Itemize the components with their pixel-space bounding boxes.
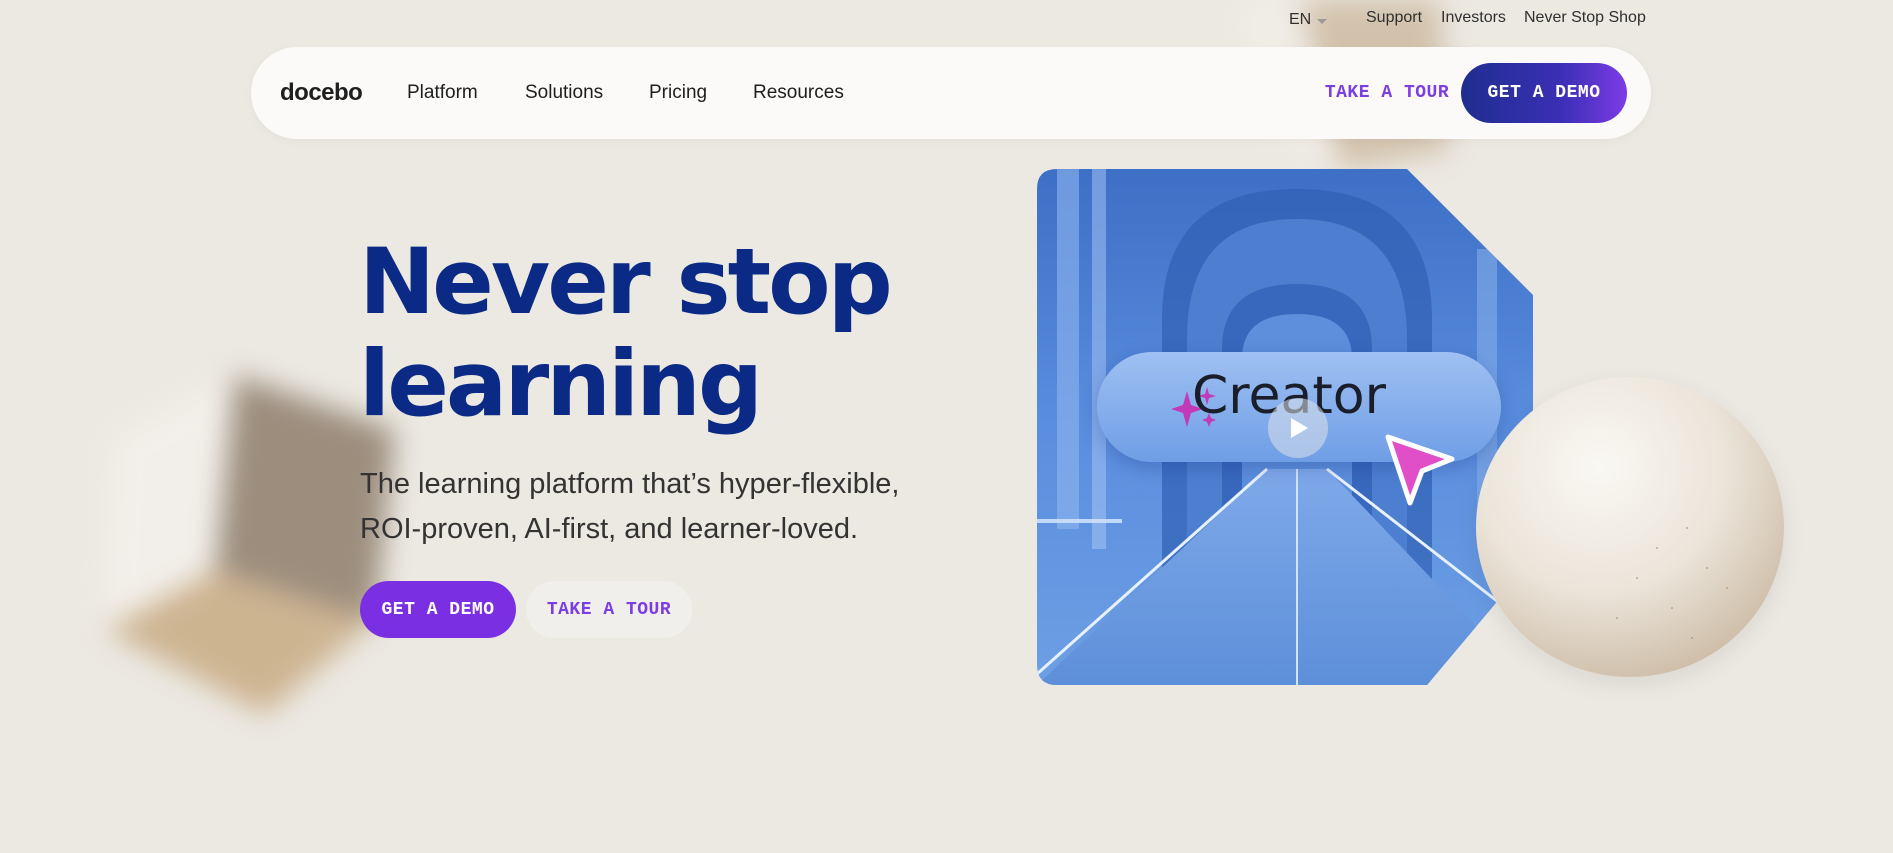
sphere-speck — [1706, 567, 1708, 569]
sphere-speck — [1726, 587, 1728, 589]
nav-item-solutions[interactable]: Solutions — [525, 82, 603, 104]
hero-take-a-tour-button[interactable]: TAKE A TOUR — [526, 581, 692, 638]
nav-item-platform[interactable]: Platform — [407, 82, 478, 104]
cursor-arrow-icon — [1385, 434, 1455, 506]
sphere-speck — [1616, 617, 1618, 619]
hero-get-a-demo-button[interactable]: GET A DEMO — [360, 581, 516, 638]
investors-link[interactable]: Investors — [1441, 9, 1506, 31]
nav-item-pricing[interactable]: Pricing — [649, 82, 707, 104]
play-icon — [1291, 418, 1308, 438]
sphere-speck — [1671, 607, 1673, 609]
decorative-sphere — [1476, 377, 1784, 677]
never-stop-shop-link[interactable]: Never Stop Shop — [1524, 9, 1646, 31]
hero-video[interactable]: Creator — [1037, 169, 1533, 685]
nav-item-resources[interactable]: Resources — [753, 82, 844, 104]
subheadline-line-1: The learning platform that’s hyper-flexi… — [360, 468, 900, 500]
sphere-speck — [1656, 547, 1658, 549]
sphere-speck — [1686, 527, 1688, 529]
play-button[interactable] — [1268, 398, 1328, 458]
hero-headline: Never stop learning — [359, 232, 999, 436]
hero-subheadline: The learning platform that’s hyper-flexi… — [360, 462, 960, 552]
main-navigation: docebo Platform Solutions Pricing Resour… — [251, 47, 1651, 139]
sphere-speck — [1691, 637, 1693, 639]
subheadline-line-2: ROI-proven, AI-first, and learner-loved. — [360, 513, 859, 545]
sphere-speck — [1636, 577, 1638, 579]
docebo-logo[interactable]: docebo — [280, 79, 363, 107]
headline-line-1: Never stop — [359, 230, 893, 335]
chevron-down-icon — [1317, 18, 1328, 24]
headline-line-2: learning — [359, 332, 763, 437]
nav-get-a-demo-button[interactable]: GET A DEMO — [1461, 63, 1627, 123]
support-link[interactable]: Support — [1366, 9, 1422, 31]
language-label: EN — [1289, 11, 1312, 28]
language-selector[interactable]: EN — [1289, 9, 1328, 31]
nav-take-a-tour-button[interactable]: TAKE A TOUR — [1309, 64, 1465, 122]
